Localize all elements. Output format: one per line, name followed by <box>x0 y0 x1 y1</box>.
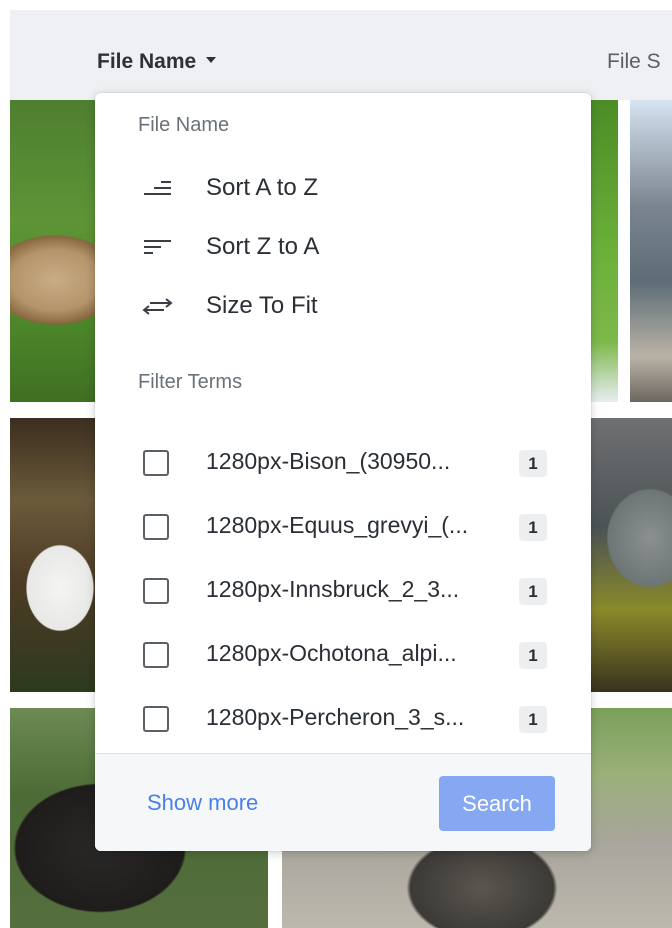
count-badge: 1 <box>519 642 547 669</box>
menu-item-sort-z-to-a[interactable]: Sort Z to A <box>95 222 591 272</box>
count-badge: 1 <box>519 450 547 477</box>
menu-item-size-to-fit[interactable]: Size To Fit <box>95 281 591 331</box>
filter-checkbox[interactable] <box>143 514 169 540</box>
search-button[interactable]: Search <box>439 776 555 831</box>
filter-label: 1280px-Ochotona_alpi... <box>206 640 457 666</box>
column-header-label: File Name <box>97 50 197 73</box>
image-tile-turtle[interactable] <box>590 418 672 692</box>
menu-item-sort-a-to-z[interactable]: Sort A to Z <box>95 163 591 213</box>
caret-down-icon <box>206 57 217 64</box>
filter-checkbox[interactable] <box>143 578 169 604</box>
menu-item-label: Sort A to Z <box>206 174 319 201</box>
column-header-label: File S <box>607 50 661 73</box>
column-menu: File Name Sort A to Z Sort Z to A Size T… <box>95 93 591 851</box>
filter-row[interactable]: 1280px-Bison_(30950... 1 <box>95 438 591 488</box>
page: File Name File S File Name Sort A to Z S… <box>0 0 672 928</box>
filter-label: 1280px-Equus_grevyi_(... <box>206 512 469 538</box>
filter-row[interactable]: 1280px-Percheron_3_s... 1 <box>95 694 591 744</box>
count-badge: 1 <box>519 514 547 541</box>
column-header-file-name[interactable]: File Name <box>97 50 217 74</box>
resize-horizontal-icon <box>142 298 173 315</box>
count-badge: 1 <box>519 578 547 605</box>
menu-item-label: Size To Fit <box>206 292 318 319</box>
image-tile-roof[interactable] <box>630 100 672 402</box>
menu-section-title: File Name <box>138 114 230 136</box>
filter-section-title: Filter Terms <box>138 371 243 393</box>
filter-checkbox[interactable] <box>143 450 169 476</box>
sort-ascending-icon <box>144 181 171 195</box>
menu-item-label: Sort Z to A <box>206 233 320 260</box>
filter-label: 1280px-Innsbruck_2_3... <box>206 576 460 602</box>
filter-row[interactable]: 1280px-Equus_grevyi_(... 1 <box>95 502 591 552</box>
menu-footer: Show more Search <box>95 753 591 851</box>
filter-row[interactable]: 1280px-Ochotona_alpi... 1 <box>95 630 591 680</box>
filter-row[interactable]: 1280px-Innsbruck_2_3... 1 <box>95 566 591 616</box>
filter-checkbox[interactable] <box>143 706 169 732</box>
filter-label: 1280px-Bison_(30950... <box>206 448 451 474</box>
filter-label: 1280px-Percheron_3_s... <box>206 704 465 730</box>
count-badge: 1 <box>519 706 547 733</box>
column-header-file-size[interactable]: File S <box>607 50 661 74</box>
show-more-link[interactable]: Show more <box>147 790 258 816</box>
sort-descending-icon <box>144 240 171 254</box>
filter-checkbox[interactable] <box>143 642 169 668</box>
